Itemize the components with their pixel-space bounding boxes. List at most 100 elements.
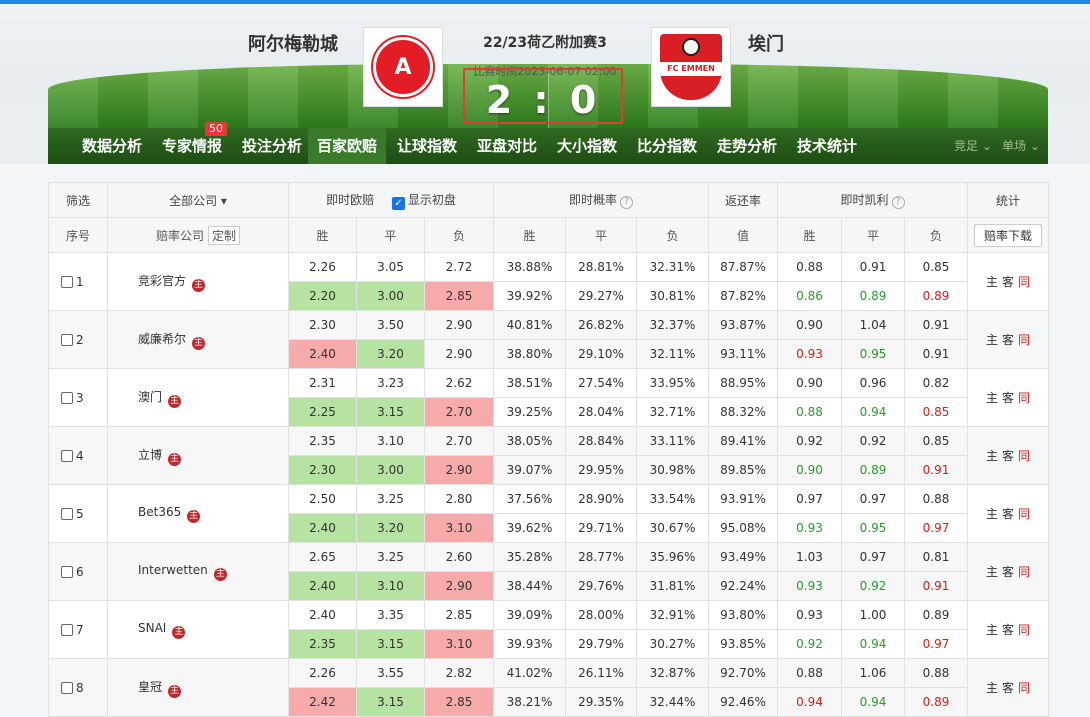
stat-links[interactable]: 主客同 <box>967 252 1050 311</box>
odds-cell: 3.35 <box>356 600 425 630</box>
nav-item[interactable]: 走势分析 <box>708 128 786 164</box>
nav-item[interactable]: 比分指数 <box>628 128 706 164</box>
row-select[interactable]: 3 <box>48 368 108 427</box>
odds-cell: 2.85 <box>423 687 495 717</box>
odds-cell: 3.10 <box>356 426 425 456</box>
odds-cell: 0.95 <box>841 513 906 543</box>
odds-cell: 93.49% <box>708 542 779 572</box>
row-select[interactable]: 2 <box>48 310 108 369</box>
odds-cell: 0.93 <box>777 600 843 630</box>
table-row: 7 SNAI 主 2.40 3.35 2.85 39.09% 28.00% 32.91% 93.8… <box>48 600 1050 659</box>
odds-cell: 2.82 <box>423 658 495 688</box>
odds-cell: 0.89 <box>904 600 969 630</box>
seq-header: 序号 <box>48 217 108 253</box>
stat-links[interactable]: 主客同 <box>967 600 1050 659</box>
col-value: 值 <box>708 217 779 253</box>
odds-cell: 32.11% <box>636 339 710 369</box>
odds-cell: 29.27% <box>565 281 638 311</box>
company-name[interactable]: Bet365 主 <box>107 484 289 543</box>
away-logo-icon: FC EMMEN <box>660 34 722 100</box>
home-team-logo[interactable]: A <box>363 27 443 107</box>
away-link: 客 <box>1002 333 1015 347</box>
live-kelly-header: 即时凯利? <box>777 182 969 218</box>
nav-item[interactable]: 让球指数 <box>388 128 466 164</box>
row-select[interactable]: 7 <box>48 600 108 659</box>
stat-links[interactable]: 主客同 <box>967 484 1050 543</box>
nav-item[interactable]: 亚盘对比 <box>468 128 546 164</box>
row-checkbox <box>61 681 73 694</box>
odds-cell: 35.96% <box>636 542 710 572</box>
stat-links[interactable]: 主客同 <box>967 426 1050 485</box>
home-link: 主 <box>986 333 999 347</box>
home-team-name[interactable]: 阿尔梅勒城 <box>248 30 338 56</box>
odds-cell: 1.03 <box>777 542 843 572</box>
odds-cell: 26.82% <box>565 310 638 340</box>
odds-cell: 32.71% <box>636 397 710 427</box>
odds-cell: 39.07% <box>493 455 567 485</box>
away-team-name[interactable]: 埃门 <box>748 30 784 56</box>
odds-cell: 39.92% <box>493 281 567 311</box>
download-odds-button[interactable]: 赔率下载 <box>974 223 1043 247</box>
company-name[interactable]: 澳门主 <box>107 368 289 427</box>
odds-cell: 88.32% <box>708 397 779 427</box>
stat-links[interactable]: 主客同 <box>967 658 1050 717</box>
odds-cell: 2.30 <box>288 455 357 485</box>
nav-filter-dropdown[interactable]: 单场 ⌄ <box>1002 128 1040 164</box>
nav-item[interactable]: 数据分析 <box>68 128 156 164</box>
odds-cell: 0.85 <box>904 252 969 282</box>
odds-cell: 38.88% <box>493 252 567 282</box>
odds-cell: 0.91 <box>904 571 969 601</box>
nav-item[interactable]: 投注分析 <box>228 128 316 164</box>
row-select[interactable]: 6 <box>48 542 108 601</box>
same-link: 同 <box>1018 333 1031 347</box>
row-select[interactable]: 5 <box>48 484 108 543</box>
company-name[interactable]: Interwetten 主 <box>107 542 289 601</box>
odds-cell: 0.92 <box>777 426 843 456</box>
return-rate-header: 返还率 <box>708 182 779 218</box>
show-initial-checkbox[interactable]: ✓ 显示初盘 <box>391 193 456 210</box>
same-link: 同 <box>1018 507 1031 521</box>
same-link: 同 <box>1018 681 1031 695</box>
odds-cell: 2.26 <box>288 252 357 282</box>
company-name[interactable]: 皇冠主 <box>107 658 289 717</box>
odds-cell: 2.31 <box>288 368 357 398</box>
row-select[interactable]: 8 <box>48 658 108 717</box>
help-icon[interactable]: ? <box>891 196 905 209</box>
company-name[interactable]: 竞彩官方主 <box>107 252 289 311</box>
company-name[interactable]: 立博主 <box>107 426 289 485</box>
row-select[interactable]: 4 <box>48 426 108 485</box>
help-icon[interactable]: ? <box>620 196 634 209</box>
odds-cell: 0.92 <box>841 426 906 456</box>
filter-label: 筛选 <box>48 182 108 218</box>
odds-cell: 31.81% <box>636 571 710 601</box>
odds-cell: 3.25 <box>356 542 425 572</box>
stat-links[interactable]: 主客同 <box>967 310 1050 369</box>
odds-cell: 0.93 <box>777 513 843 543</box>
table-row: 3 澳门主 2.31 3.23 2.62 38.51% 27.54% 33.95% 88.95%… <box>48 368 1050 427</box>
nav-item[interactable]: 技术统计 <box>788 128 866 164</box>
row-checkbox <box>61 275 73 288</box>
odds-cell: 39.25% <box>493 397 567 427</box>
nav-item[interactable]: 大小指数 <box>548 128 626 164</box>
odds-cell: 3.00 <box>356 455 425 485</box>
all-companies-dropdown[interactable]: 全部公司 ▾ <box>107 182 289 218</box>
stat-links[interactable]: 主客同 <box>967 542 1050 601</box>
row-select[interactable]: 1 <box>48 252 108 311</box>
company-name[interactable]: SNAI 主 <box>107 600 289 659</box>
odds-cell: 3.15 <box>356 629 425 659</box>
company-name[interactable]: 威廉希尔主 <box>107 310 289 369</box>
company-mark-icon: 主 <box>213 567 227 581</box>
checkmark-icon: ✓ <box>391 196 405 210</box>
away-team-logo[interactable]: FC EMMEN <box>651 27 731 107</box>
odds-cell: 0.91 <box>841 252 906 282</box>
odds-cell: 95.08% <box>708 513 779 543</box>
same-link: 同 <box>1018 449 1031 463</box>
stat-links[interactable]: 主客同 <box>967 368 1050 427</box>
nav-filter-dropdown[interactable]: 竞足 ⌄ <box>954 128 992 164</box>
odds-cell: 0.81 <box>904 542 969 572</box>
customize-button[interactable]: 定制 <box>208 225 241 245</box>
odds-cell: 3.10 <box>423 629 495 659</box>
odds-cell: 32.37% <box>636 310 710 340</box>
odds-cell: 26.11% <box>565 658 638 688</box>
nav-item[interactable]: 百家欧赔 <box>308 128 386 164</box>
